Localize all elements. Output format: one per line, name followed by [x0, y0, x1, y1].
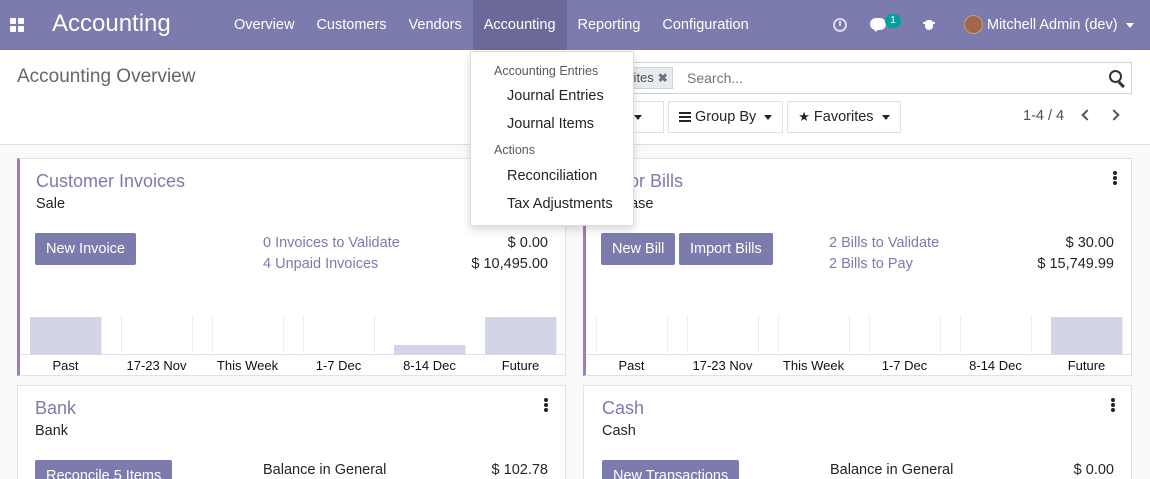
invoices-tick-label: 1-7 Dec	[315, 358, 362, 373]
invoices-bar-2[interactable]	[211, 315, 284, 355]
dropdown-header-actions: Actions	[494, 143, 535, 157]
page-title: Accounting Overview	[17, 66, 196, 87]
menu-item-reconciliation[interactable]: Reconciliation	[507, 168, 597, 184]
journal-card-bank: Bank Bank Reconcile 5 Items Balance in G…	[17, 385, 566, 479]
unpaid-invoices-link[interactable]: 4 Unpaid Invoices	[263, 256, 378, 272]
invoices-tick-label: Future	[501, 358, 540, 373]
bills-tick-label: This Week	[782, 358, 845, 373]
menu-reporting[interactable]: Reporting	[567, 0, 652, 50]
new-invoice-button[interactable]: New Invoice	[35, 233, 136, 265]
pager-value[interactable]: 1-4 / 4	[1023, 108, 1064, 124]
journal-title[interactable]: Cash	[602, 398, 644, 419]
bills-bar-chart[interactable]: Past 17-23 Nov This Week 1-7 Dec 8-14 Dec Fut…	[586, 295, 1132, 375]
group-by-label: Group By	[695, 109, 757, 125]
kebab-menu-icon[interactable]	[544, 398, 548, 412]
bills-bar-3[interactable]	[868, 315, 941, 355]
chat-icon[interactable]	[870, 18, 886, 32]
bills-tick-label: Future	[1067, 358, 1106, 373]
bills-tick-label: Past	[618, 358, 645, 373]
bills-tick-label: 17-23 Nov	[692, 358, 753, 373]
caret-down-icon	[764, 114, 773, 120]
app-title[interactable]: Accounting	[52, 10, 171, 38]
menu-item-journal-entries[interactable]: Journal Entries	[507, 88, 604, 104]
menu-accounting[interactable]: Accounting	[472, 0, 567, 50]
bills-tick-label: 8-14 Dec	[969, 358, 1022, 373]
main-menu: Overview Customers Vendors Accounting Re…	[223, 0, 760, 50]
bills-to-pay-amount: $ 15,749.99	[1037, 256, 1114, 272]
invoices-tick-label: 8-14 Dec	[403, 358, 456, 373]
balance-amount: $ 0.00	[1073, 462, 1114, 478]
apps-menu-icon[interactable]	[10, 18, 24, 32]
journal-type: Bank	[35, 423, 69, 439]
new-transactions-button[interactable]: New Transactions	[602, 460, 740, 479]
menu-overview[interactable]: Overview	[223, 0, 305, 50]
user-menu[interactable]: Mitchell Admin (dev)	[987, 0, 1134, 50]
invoices-tick-label: Past	[52, 358, 79, 373]
invoices-tick-label: This Week	[216, 358, 279, 373]
kebab-menu-icon[interactable]	[1113, 171, 1117, 185]
invoices-bar-5[interactable]	[484, 317, 557, 355]
caret-down-icon	[1125, 22, 1134, 28]
menu-item-journal-items[interactable]: Journal Items	[507, 116, 594, 132]
bills-to-validate-link[interactable]: 2 Bills to Validate	[829, 235, 939, 251]
bug-icon[interactable]	[923, 17, 935, 31]
caret-down-icon	[634, 114, 643, 120]
journal-type: Sale	[36, 196, 66, 212]
chat-count-badge: 1	[885, 14, 901, 28]
pager-next-icon[interactable]	[1108, 107, 1123, 125]
balance-label: Balance in General	[263, 462, 387, 478]
accounting-dropdown-menu: Accounting Entries Journal Entries Journ…	[470, 51, 634, 226]
balance-amount: $ 102.78	[491, 462, 548, 478]
avatar[interactable]	[964, 15, 983, 34]
bills-bar-0[interactable]	[595, 315, 668, 355]
invoices-bar-3[interactable]	[302, 315, 375, 355]
bills-bar-1[interactable]	[686, 315, 759, 355]
clock-icon[interactable]	[833, 18, 847, 32]
top-navbar: Accounting Overview Customers Vendors Ac…	[0, 0, 1150, 50]
reconcile-button[interactable]: Reconcile 5 Items	[35, 460, 173, 479]
journal-card-cash: Cash Cash New Transactions Balance in Ge…	[583, 385, 1132, 479]
bills-tick-label: 1-7 Dec	[881, 358, 928, 373]
menu-item-tax-adjustments[interactable]: Tax Adjustments	[507, 196, 613, 212]
bars-icon	[679, 112, 691, 122]
star-icon: ★	[798, 109, 810, 124]
balance-label: Balance in General	[830, 462, 954, 478]
remove-facet-icon[interactable]: ✖	[658, 68, 668, 88]
caret-down-icon	[881, 114, 890, 120]
journal-type: Cash	[602, 423, 636, 439]
menu-configuration[interactable]: Configuration	[651, 0, 759, 50]
new-bill-button[interactable]: New Bill	[601, 233, 676, 265]
search-options: s Group By ★Favorites	[612, 101, 905, 133]
journal-title[interactable]: Customer Invoices	[36, 171, 185, 192]
bills-to-validate-amount: $ 30.00	[1065, 235, 1114, 251]
unpaid-invoices-amount: $ 10,495.00	[471, 256, 548, 272]
dropdown-header-accounting-entries: Accounting Entries	[494, 64, 599, 78]
favorites-button[interactable]: ★ Favorites	[787, 101, 901, 133]
favorites-label: Favorites	[813, 109, 874, 125]
invoices-bar-4[interactable]	[393, 344, 466, 355]
pager-previous-icon[interactable]	[1079, 107, 1093, 125]
kebab-menu-icon[interactable]	[1111, 398, 1115, 412]
bills-bar-2[interactable]	[777, 315, 850, 355]
invoices-bar-0[interactable]	[29, 317, 102, 355]
search-input[interactable]	[687, 67, 1097, 89]
journal-card-vendor-bills: dor Bills hase New Bill Import Bills 2 B…	[583, 158, 1132, 376]
invoices-bar-chart[interactable]: Past 17-23 Nov This Week 1-7 Dec 8-14 Dec Fut…	[20, 295, 566, 375]
invoices-to-validate-amount: $ 0.00	[507, 235, 548, 251]
menu-customers[interactable]: Customers	[305, 0, 397, 50]
invoices-to-validate-link[interactable]: 0 Invoices to Validate	[263, 235, 400, 251]
invoices-bar-1[interactable]	[120, 315, 193, 355]
search-box: orites ✖	[612, 62, 1132, 94]
search-icon[interactable]	[1109, 70, 1126, 89]
user-name: Mitchell Admin (dev)	[987, 17, 1118, 33]
invoices-tick-label: 17-23 Nov	[126, 358, 187, 373]
import-bills-button[interactable]: Import Bills	[679, 233, 773, 265]
bills-bar-4[interactable]	[959, 315, 1032, 355]
bills-to-pay-link[interactable]: 2 Bills to Pay	[829, 256, 913, 272]
bills-bar-5[interactable]	[1050, 317, 1123, 355]
group-by-button[interactable]: Group By	[668, 101, 784, 133]
journal-title[interactable]: Bank	[35, 398, 76, 419]
menu-vendors[interactable]: Vendors	[398, 0, 473, 50]
